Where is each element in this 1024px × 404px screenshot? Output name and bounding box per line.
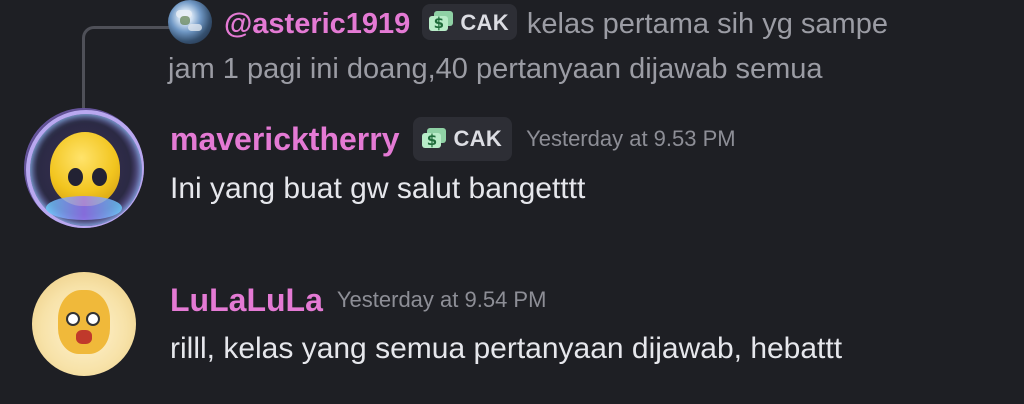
reply-preview[interactable]: @asteric1919 $ CAK kelas pertama sih yg sam… <box>168 0 1008 92</box>
reply-avatar[interactable] <box>168 0 212 45</box>
username[interactable]: LuLaLuLa <box>170 282 323 319</box>
message-header: LuLaLuLa Yesterday at 9.54 PM <box>170 278 546 322</box>
username[interactable]: mavericktherry <box>170 121 399 158</box>
reply-text-line2: jam 1 pagi ini doang,40 pertanyaan dijaw… <box>168 53 823 86</box>
dollar-bill-icon: $ <box>421 127 447 151</box>
message-header: mavericktherry $ CAK Yesterday at 9.53 P… <box>170 114 736 164</box>
reply-mention[interactable]: @asteric1919 <box>224 8 410 40</box>
reply-text-line1: kelas pertama sih yg sampe <box>526 8 888 40</box>
timestamp[interactable]: Yesterday at 9.53 PM <box>526 126 736 152</box>
server-tag[interactable]: $ CAK <box>413 117 513 161</box>
avatar[interactable] <box>24 108 144 228</box>
server-tag[interactable]: $ CAK <box>422 4 517 41</box>
message-text: rilll, kelas yang semua pertanyaan dijaw… <box>170 332 843 365</box>
avatar[interactable] <box>32 272 136 376</box>
server-tag-label: CAK <box>460 9 509 35</box>
dollar-bill-icon: $ <box>428 10 454 34</box>
reply-spine <box>82 26 172 108</box>
server-tag-label: CAK <box>453 126 503 151</box>
message-text: Ini yang buat gw salut bangetttt <box>170 172 586 205</box>
timestamp[interactable]: Yesterday at 9.54 PM <box>337 287 547 313</box>
chat-view: @asteric1919 $ CAK kelas pertama sih yg sam… <box>0 0 1024 404</box>
